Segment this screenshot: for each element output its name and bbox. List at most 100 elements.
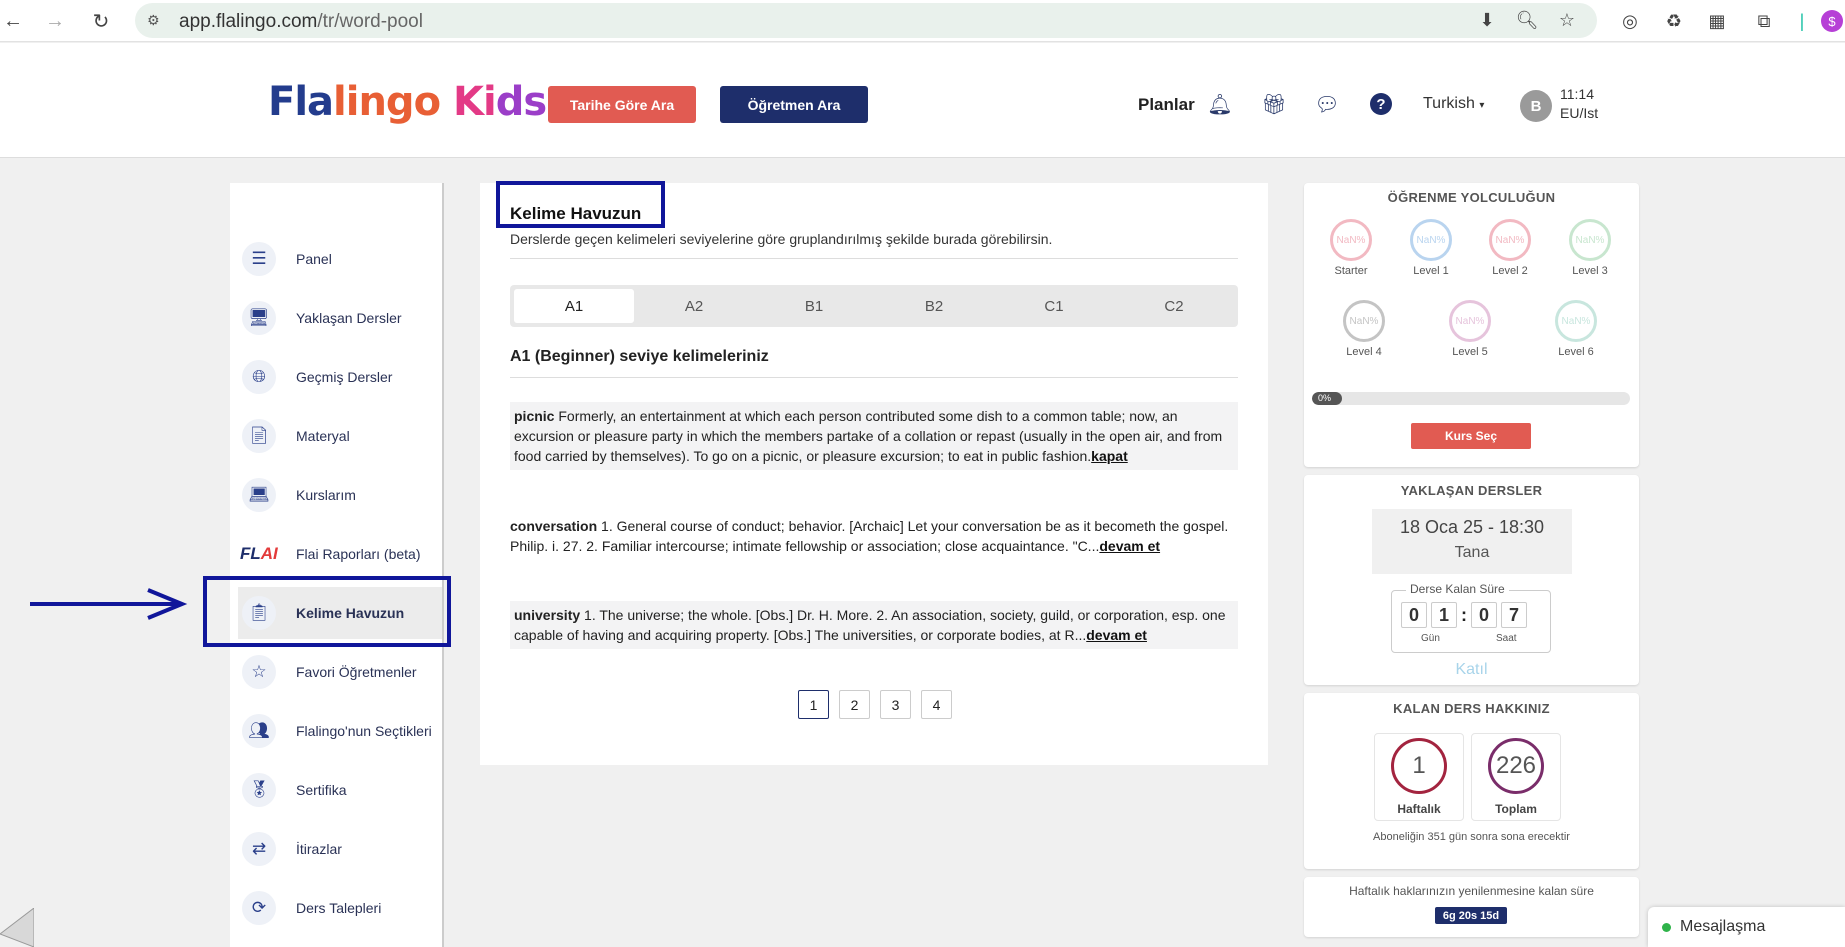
countdown-digit: 0	[1401, 602, 1427, 628]
sidebar-item-flai-reports[interactable]: FLAI Flai Raporları (beta)	[238, 528, 442, 580]
bookmark-star-icon[interactable]: ☆	[1555, 8, 1579, 32]
search-by-date-button[interactable]: Tarihe Göre Ara	[548, 86, 696, 123]
sidebar-item-courses[interactable]: 💻︎ Kurslarım	[238, 469, 442, 521]
countdown-digit: 7	[1501, 602, 1527, 628]
read-more-link[interactable]: devam et	[1099, 538, 1160, 554]
install-app-icon[interactable]: ⬇	[1475, 8, 1499, 32]
countdown-day-label: Gün	[1421, 633, 1440, 644]
tab-c2[interactable]: C2	[1114, 289, 1234, 323]
search-teacher-button[interactable]: Öğretmen Ara	[720, 86, 868, 123]
divider-icon: |	[1799, 10, 1805, 31]
gift-icon[interactable]: 🎁︎	[1261, 91, 1287, 117]
progress-ring: NaN%	[1449, 300, 1491, 342]
bell-icon[interactable]: 🔔︎	[1207, 91, 1233, 117]
url-text[interactable]: app.flalingo.com/tr/word-pool	[179, 11, 423, 33]
site-settings-icon[interactable]: ⚙	[147, 12, 165, 30]
extensions-puzzle-icon[interactable]: ⧉	[1752, 9, 1776, 33]
logo-part-4: ds	[495, 79, 547, 125]
flai-logo-accent: AI	[260, 544, 278, 563]
page-button[interactable]: 2	[839, 690, 870, 719]
sidebar: ☰ Panel 🖥︎ Yaklaşan Dersler 🌐︎ Geçmiş De…	[230, 183, 444, 947]
flalingo-kids-logo[interactable]: Flalingo Kids	[268, 79, 547, 125]
progress-ring: NaN%	[1343, 300, 1385, 342]
logo-part-2: lingo	[333, 79, 441, 125]
sidebar-item-label: Favori Öğretmenler	[296, 664, 417, 680]
progress-value: NaN%	[1416, 234, 1446, 246]
word-term: picnic	[514, 408, 555, 424]
sidebar-item-certificate[interactable]: 🏅︎ Sertifika	[238, 764, 442, 816]
page-subtitle: Derslerde geçen kelimeleri seviyelerine …	[510, 231, 1053, 247]
level-progress-1: NaN% Level 1	[1396, 219, 1466, 277]
level-label: Level 4	[1346, 346, 1382, 358]
sidebar-item-objections[interactable]: ⇄ İtirazlar	[238, 823, 442, 875]
message-icon[interactable]: 💬︎	[1314, 91, 1340, 117]
weekly-reset-text: Haftalık haklarınızın yenilenmesine kala…	[1349, 884, 1594, 898]
forward-icon[interactable]: →	[42, 8, 68, 34]
upcoming-lessons-card: YAKLAŞAN DERSLER 18 Oca 25 - 18:30 Tana …	[1304, 475, 1639, 685]
sidebar-item-lesson-requests[interactable]: ⟳ Ders Talepleri	[238, 882, 442, 934]
level-tabs: A1 A2 B1 B2 C1 C2	[510, 285, 1238, 327]
sidebar-item-flalingo-picks[interactable]: 👥︎ Flalingo'nun Seçtikleri	[238, 705, 442, 757]
weekly-reset-card: Haftalık haklarınızın yenilenmesine kala…	[1304, 877, 1639, 937]
lesson-teacher: Tana	[1454, 544, 1490, 561]
language-dropdown[interactable]: Turkish ▾	[1423, 95, 1484, 113]
reload-icon[interactable]: ↻	[88, 8, 114, 34]
sidebar-item-material[interactable]: 📄︎ Materyal	[238, 410, 442, 462]
clock-timezone: EU/Ist	[1560, 105, 1599, 121]
word-entry: university 1. The universe; the whole. […	[510, 601, 1238, 649]
card-title: YAKLAŞAN DERSLER	[1400, 483, 1543, 498]
page-button[interactable]: 4	[921, 690, 952, 719]
tab-b2[interactable]: B2	[874, 289, 994, 323]
language-label: Turkish	[1423, 95, 1475, 112]
certificate-icon: 🏅︎	[242, 773, 276, 807]
tab-a2[interactable]: A2	[634, 289, 754, 323]
countdown-title: Derse Kalan Süre	[1406, 582, 1509, 596]
progress-fill: 0%	[1312, 392, 1342, 405]
level-label: Level 1	[1413, 265, 1449, 277]
progress-value: NaN%	[1336, 234, 1366, 246]
browser-toolbar: ← → ↻ ⚙ app.flalingo.com/tr/word-pool ⬇ …	[0, 0, 1845, 42]
site-header: Flalingo Kids Tarihe Göre Ara Öğretmen A…	[0, 43, 1845, 158]
subscription-note: Aboneliğin 351 gün sonra sona erecektir	[1373, 831, 1570, 843]
user-avatar[interactable]: B	[1520, 90, 1552, 122]
sidebar-item-past-lessons[interactable]: 🌐︎ Geçmiş Dersler	[238, 351, 442, 403]
collapse-link[interactable]: kapat	[1091, 448, 1128, 464]
extension-qr-icon[interactable]: ▦	[1705, 9, 1729, 33]
browser-profile-avatar[interactable]: $	[1821, 10, 1843, 32]
sidebar-item-label: Sertifika	[296, 782, 347, 798]
plans-link[interactable]: Planlar	[1138, 95, 1195, 115]
sidebar-item-upcoming-lessons[interactable]: 🖥︎ Yaklaşan Dersler	[238, 292, 442, 344]
countdown-hour-label: Saat	[1496, 633, 1517, 644]
level-label: Level 2	[1492, 265, 1528, 277]
join-button[interactable]: Katıl	[1304, 661, 1639, 679]
progress-ring: NaN%	[1330, 219, 1372, 261]
sidebar-item-favorite-teachers[interactable]: ☆ Favori Öğretmenler	[238, 646, 442, 698]
courses-icon: 💻︎	[242, 478, 276, 512]
sidebar-item-label: Yaklaşan Dersler	[296, 310, 402, 326]
corner-arrow-icon	[0, 908, 34, 947]
picks-icon: 👥︎	[242, 714, 276, 748]
word-term: university	[514, 607, 581, 623]
countdown-digits: 0 1 : 0 7	[1401, 602, 1527, 628]
help-icon[interactable]: ?	[1370, 93, 1392, 115]
page-button[interactable]: 3	[880, 690, 911, 719]
choose-course-button[interactable]: Kurs Seç	[1411, 423, 1531, 449]
tab-c1[interactable]: C1	[994, 289, 1114, 323]
extension-recycle-icon[interactable]: ♻	[1662, 9, 1686, 33]
total-rights-label: Toplam	[1495, 802, 1537, 816]
read-more-link[interactable]: devam et	[1086, 627, 1147, 643]
overall-progress-bar: 0%	[1312, 392, 1630, 405]
zoom-icon[interactable]: 🔍︎	[1515, 8, 1539, 32]
messaging-button[interactable]: Mesajlaşma	[1648, 907, 1845, 947]
extension-chrome-icon[interactable]: ◎	[1618, 9, 1642, 33]
back-icon[interactable]: ←	[0, 8, 26, 34]
sidebar-item-panel[interactable]: ☰ Panel	[238, 233, 442, 285]
divider	[510, 377, 1238, 378]
page-button[interactable]: 1	[798, 690, 829, 719]
level-progress-5: NaN% Level 5	[1435, 300, 1505, 358]
address-bar[interactable]: ⚙ app.flalingo.com/tr/word-pool ⬇ 🔍︎ ☆	[135, 3, 1597, 38]
tab-b1[interactable]: B1	[754, 289, 874, 323]
word-entry: conversation 1. General course of conduc…	[510, 512, 1238, 560]
tab-a1[interactable]: A1	[514, 289, 634, 323]
sidebar-item-label: Flalingo'nun Seçtikleri	[296, 723, 432, 739]
